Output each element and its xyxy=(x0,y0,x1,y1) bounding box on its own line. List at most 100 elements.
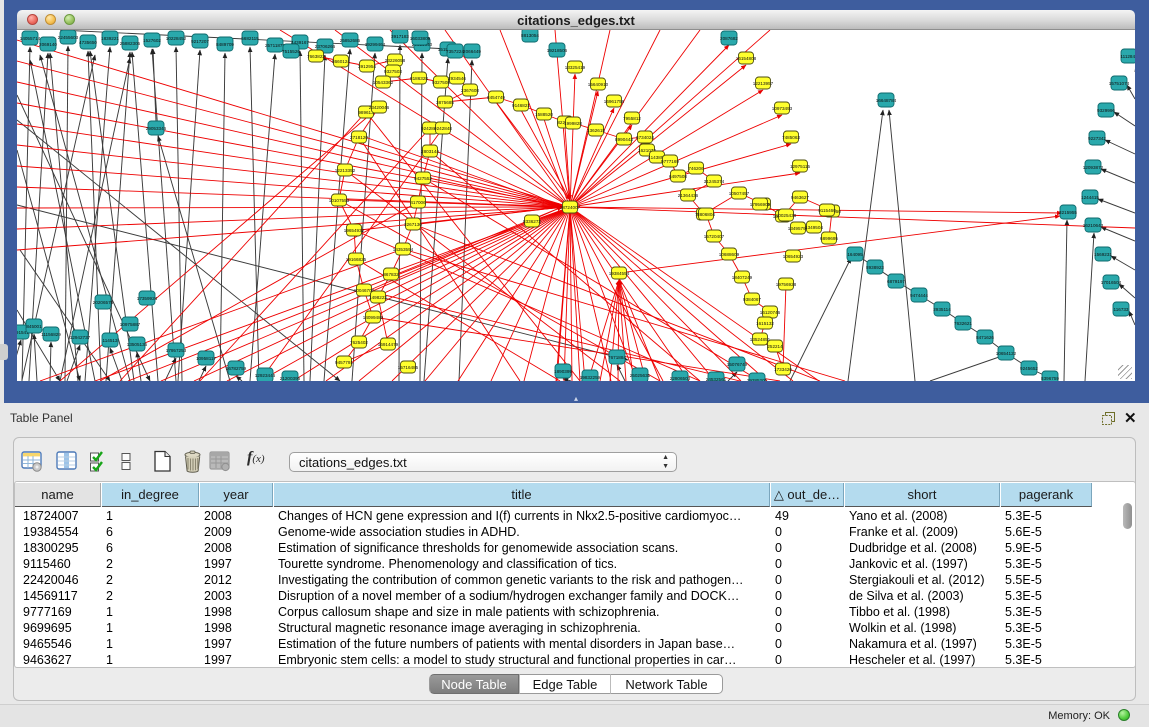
svg-text:19285201: 19285201 xyxy=(747,378,768,381)
svg-text:11156829: 11156829 xyxy=(41,332,61,337)
svg-text:14099489: 14099489 xyxy=(363,315,384,320)
svg-text:23706266: 23706266 xyxy=(315,44,336,49)
svg-text:16154808: 16154808 xyxy=(736,56,757,61)
svg-text:3267130: 3267130 xyxy=(404,222,422,227)
svg-text:16914479: 16914479 xyxy=(378,342,399,347)
svg-text:12942737: 12942737 xyxy=(70,335,91,340)
svg-text:18724007: 18724007 xyxy=(560,205,581,210)
svg-text:25882305: 25882305 xyxy=(120,41,141,46)
svg-text:9245652: 9245652 xyxy=(1020,366,1038,371)
svg-text:10654923: 10654923 xyxy=(783,254,804,259)
svg-text:17016504: 17016504 xyxy=(1101,280,1122,285)
svg-text:2367608: 2367608 xyxy=(461,88,479,93)
svg-text:6734024: 6734024 xyxy=(636,135,654,140)
svg-text:746206: 746206 xyxy=(688,166,704,171)
svg-text:1733426: 1733426 xyxy=(774,367,792,372)
svg-text:16648784: 16648784 xyxy=(876,98,897,103)
svg-text:13325419: 13325419 xyxy=(565,65,586,70)
svg-text:1362615: 1362615 xyxy=(587,128,605,133)
svg-text:2718120: 2718120 xyxy=(350,135,368,140)
svg-text:3215955: 3215955 xyxy=(1059,210,1077,215)
svg-text:19654932: 19654932 xyxy=(344,228,365,233)
svg-text:16961758: 16961758 xyxy=(604,99,625,104)
svg-text:10543362: 10543362 xyxy=(373,80,394,85)
svg-text:9217207: 9217207 xyxy=(191,39,209,44)
svg-text:10975887: 10975887 xyxy=(120,322,141,327)
svg-text:16033809: 16033809 xyxy=(410,36,431,41)
svg-text:15640910: 15640910 xyxy=(588,82,609,87)
svg-text:1349504: 1349504 xyxy=(805,225,823,230)
svg-text:8660124: 8660124 xyxy=(332,59,350,64)
svg-text:23226058: 23226058 xyxy=(385,58,406,63)
svg-text:2069140: 2069140 xyxy=(39,42,57,47)
svg-text:7357224: 7357224 xyxy=(446,49,464,54)
svg-text:8336273: 8336273 xyxy=(523,219,541,224)
svg-text:7485063: 7485063 xyxy=(782,135,800,140)
svg-text:15720407: 15720407 xyxy=(704,234,725,239)
svg-text:9463627: 9463627 xyxy=(791,195,809,200)
svg-text:8471626: 8471626 xyxy=(976,335,994,340)
svg-text:6899695: 6899695 xyxy=(820,236,838,241)
svg-text:9427552: 9427552 xyxy=(414,176,432,181)
svg-text:12213957: 12213957 xyxy=(753,81,774,86)
svg-text:31245374: 31245374 xyxy=(704,179,725,184)
svg-text:2935114: 2935114 xyxy=(933,307,951,312)
svg-text:116733: 116733 xyxy=(1114,307,1129,312)
svg-text:14353594: 14353594 xyxy=(393,247,414,252)
svg-text:18407249: 18407249 xyxy=(732,275,753,280)
svg-text:10654122: 10654122 xyxy=(996,351,1017,356)
svg-text:19218506: 19218506 xyxy=(547,48,568,53)
svg-text:1112843: 1112843 xyxy=(1120,54,1135,59)
svg-text:17957253: 17957253 xyxy=(166,348,187,353)
svg-text:13505135: 13505135 xyxy=(127,342,148,347)
svg-text:9327503: 9327503 xyxy=(384,69,402,74)
svg-text:21200396: 21200396 xyxy=(280,376,301,381)
svg-text:1890399: 1890399 xyxy=(554,369,572,374)
svg-text:12975115: 12975115 xyxy=(790,164,811,169)
svg-text:417006: 417006 xyxy=(410,200,426,205)
svg-text:29053346: 29053346 xyxy=(146,126,167,131)
svg-text:25711873: 25711873 xyxy=(265,43,286,48)
svg-text:8186328: 8186328 xyxy=(410,76,428,81)
svg-text:17956909: 17956909 xyxy=(750,202,771,207)
svg-text:3875685: 3875685 xyxy=(436,100,454,105)
svg-text:17359924: 17359924 xyxy=(137,296,158,301)
svg-text:19832259: 19832259 xyxy=(580,375,601,380)
svg-text:9384067: 9384067 xyxy=(743,297,761,302)
svg-text:8806804: 8806804 xyxy=(697,212,715,217)
svg-text:22806503: 22806503 xyxy=(670,376,691,381)
svg-text:12213352: 12213352 xyxy=(335,168,356,173)
svg-text:9242848: 9242848 xyxy=(434,126,452,131)
svg-text:845001: 845001 xyxy=(26,324,42,329)
svg-text:2087682: 2087682 xyxy=(720,36,738,41)
svg-text:7671884: 7671884 xyxy=(608,355,626,360)
svg-text:8489709: 8489709 xyxy=(216,42,234,47)
svg-text:2803144: 2803144 xyxy=(421,149,439,154)
svg-text:7515526: 7515526 xyxy=(282,49,300,54)
svg-text:15076749: 15076749 xyxy=(727,362,748,367)
svg-text:19756928: 19756928 xyxy=(776,282,797,287)
svg-text:1588520: 1588520 xyxy=(535,112,553,117)
svg-text:1839221: 1839221 xyxy=(101,36,119,41)
svg-text:16782759: 16782759 xyxy=(226,366,247,371)
svg-text:10973493: 10973493 xyxy=(772,106,793,111)
svg-text:3917183: 3917183 xyxy=(391,34,409,39)
svg-text:15716485: 15716485 xyxy=(398,365,419,370)
svg-text:25025631: 25025631 xyxy=(630,373,651,378)
svg-text:1527602: 1527602 xyxy=(143,38,161,43)
svg-text:5682115: 5682115 xyxy=(241,36,259,41)
svg-text:9227342: 9227342 xyxy=(1088,136,1106,141)
svg-text:19166825: 19166825 xyxy=(346,257,367,262)
svg-text:9474444: 9474444 xyxy=(910,293,928,298)
svg-text:9457791: 9457791 xyxy=(335,360,353,365)
svg-text:7625402: 7625402 xyxy=(350,340,368,345)
svg-text:8813054: 8813054 xyxy=(521,33,539,38)
svg-text:16210643: 16210643 xyxy=(1083,223,1104,228)
svg-text:19384554: 19384554 xyxy=(609,271,630,276)
svg-text:6879197: 6879197 xyxy=(887,279,905,284)
svg-text:24532561: 24532561 xyxy=(706,377,727,381)
svg-text:1569231: 1569231 xyxy=(1094,252,1112,257)
svg-text:2934546: 2934546 xyxy=(448,76,466,81)
svg-text:10228452: 10228452 xyxy=(166,36,187,41)
svg-text:10025438: 10025438 xyxy=(776,213,797,218)
